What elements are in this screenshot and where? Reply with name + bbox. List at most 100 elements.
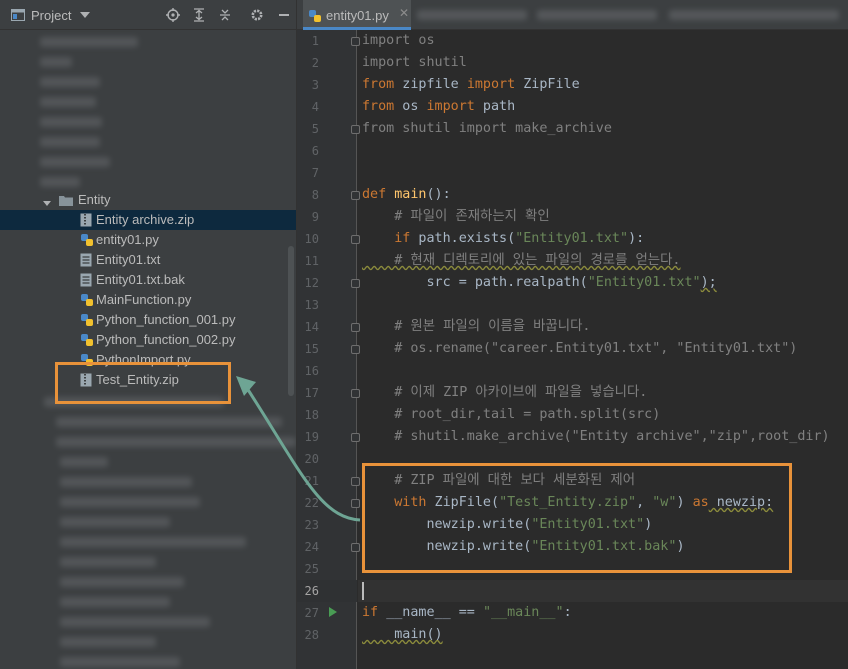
expand-all-icon[interactable] (190, 0, 208, 30)
line-number: 19 (304, 430, 319, 444)
code-line-5[interactable]: from shutil import make_archive (362, 118, 612, 140)
code-token: ); (700, 275, 717, 290)
python-file-icon (308, 8, 322, 27)
tree-item-entity-archive-zip[interactable]: Entity archive.zip (0, 210, 296, 230)
python-file-icon (80, 293, 94, 310)
line-number: 13 (304, 298, 319, 312)
code-line-2[interactable]: import shutil (362, 52, 467, 74)
fold-icon[interactable] (351, 477, 360, 486)
project-window-icon[interactable] (9, 0, 27, 30)
tree-item-label: Entity archive.zip (96, 212, 195, 227)
fold-icon[interactable] (351, 323, 360, 332)
tree-item-entity01-txt-bak[interactable]: Entity01.txt.bak (0, 270, 296, 290)
code-token: "Entity01.txt" (587, 275, 701, 290)
line-number: 26 (304, 584, 319, 598)
fold-icon[interactable] (351, 499, 360, 508)
project-title[interactable]: Project (31, 8, 71, 23)
editor-tab-bar: entity01.py ✕ (297, 0, 848, 30)
code-line-8[interactable]: def main(): (362, 184, 451, 206)
code-token: if (394, 231, 411, 246)
code-token: ZipFile (515, 77, 580, 92)
tree-item-entity01-py[interactable]: entity01.py (0, 230, 296, 250)
line-number: 25 (304, 562, 319, 576)
blurred-tree-item (40, 37, 138, 47)
gear-icon[interactable] (248, 0, 266, 30)
fold-icon[interactable] (351, 235, 360, 244)
line-number: 12 (304, 276, 319, 290)
fold-icon[interactable] (351, 345, 360, 354)
project-toolbar: Project (0, 0, 296, 30)
code-token: ): (628, 231, 645, 246)
code-token: "__main__" (482, 605, 564, 620)
fold-icon[interactable] (351, 37, 360, 46)
text-file-icon (80, 253, 92, 270)
code-line-10[interactable]: if path.exists("Entity01.txt"): (362, 228, 644, 250)
line-number: 9 (311, 210, 319, 224)
code-line-14[interactable]: # 원본 파일의 이름을 바꿉니다. (362, 316, 590, 338)
line-number: 6 (311, 144, 319, 158)
code-line-4[interactable]: from os import path (362, 96, 515, 118)
code-line-19[interactable]: # shutil.make_archive("Entity archive","… (362, 426, 829, 448)
line-number: 18 (304, 408, 319, 422)
fold-icon[interactable] (351, 125, 360, 134)
fold-icon[interactable] (351, 543, 360, 552)
code-line-28[interactable]: main() (362, 624, 442, 646)
tree-item-python-function-001-py[interactable]: Python_function_001.py (0, 310, 296, 330)
code-line-11[interactable]: # 현재 디렉토리에 있는 파일의 경로를 얻는다. (362, 250, 680, 272)
line-number: 28 (304, 628, 319, 642)
annotation-box-zip-code (362, 463, 792, 573)
dropdown-icon[interactable] (78, 0, 92, 30)
line-number: 8 (311, 188, 319, 202)
tree-item-label: Python_function_001.py (96, 312, 236, 327)
tree-item-mainfunction-py[interactable]: MainFunction.py (0, 290, 296, 310)
code-token: import (466, 77, 516, 92)
collapse-all-icon[interactable] (216, 0, 234, 30)
tree-item-label: Entity01.txt (96, 252, 161, 267)
code-token: import (426, 99, 475, 114)
code-token: if (362, 605, 379, 620)
tree-item-label: Python_function_002.py (96, 332, 236, 347)
code-line-15[interactable]: # os.rename("career.Entity01.txt", "Enti… (362, 338, 797, 360)
close-icon[interactable]: ✕ (399, 6, 409, 20)
minimize-icon[interactable] (276, 0, 292, 30)
tree-item-label: entity01.py (96, 232, 159, 247)
code-line-3[interactable]: from zipfile import ZipFile (362, 74, 580, 96)
line-number: 17 (304, 386, 319, 400)
code-token: main (394, 187, 427, 202)
python-file-icon (80, 233, 94, 250)
tree-item-label: Entity (78, 192, 111, 207)
code-line-9[interactable]: # 파일이 존재하는지 확인 (362, 206, 549, 228)
blurred-tree-item (60, 577, 184, 587)
line-number: 23 (304, 518, 319, 532)
tree-item-entity-folder[interactable]: Entity (0, 190, 296, 210)
line-number: 21 (304, 474, 319, 488)
tree-item-python-function-002-py[interactable]: Python_function_002.py (0, 330, 296, 350)
code-line-12[interactable]: src = path.realpath("Entity01.txt"); (362, 272, 717, 294)
blurred-tab (537, 10, 657, 20)
run-icon[interactable] (329, 607, 337, 617)
chevron-down-icon (43, 195, 51, 210)
code-line-18[interactable]: # root_dir,tail = path.split(src) (362, 404, 660, 426)
fold-icon[interactable] (351, 433, 360, 442)
fold-icon[interactable] (351, 191, 360, 200)
project-scrollbar[interactable] (288, 246, 294, 396)
line-number: 2 (311, 56, 319, 70)
locate-icon[interactable] (164, 0, 182, 30)
tree-item-entity01-txt[interactable]: Entity01.txt (0, 250, 296, 270)
tab-entity01-py[interactable]: entity01.py ✕ (303, 0, 411, 30)
blurred-tree-item (60, 477, 192, 487)
blurred-tree-item (60, 457, 108, 467)
code-line-1[interactable]: import os (362, 30, 435, 52)
line-number: 22 (304, 496, 319, 510)
fold-icon[interactable] (351, 279, 360, 288)
code-token: path (474, 99, 516, 114)
blurred-tree-item (60, 597, 170, 607)
fold-icon[interactable] (351, 389, 360, 398)
code-token: from (362, 77, 395, 92)
code-line-27[interactable]: if __name__ == "__main__": (362, 602, 572, 624)
line-number: 14 (304, 320, 319, 334)
blurred-tree-item (40, 117, 102, 127)
code-line-17[interactable]: # 이제 ZIP 아카이브에 파일을 넣습니다. (362, 382, 647, 404)
tab-label: entity01.py (326, 8, 389, 23)
